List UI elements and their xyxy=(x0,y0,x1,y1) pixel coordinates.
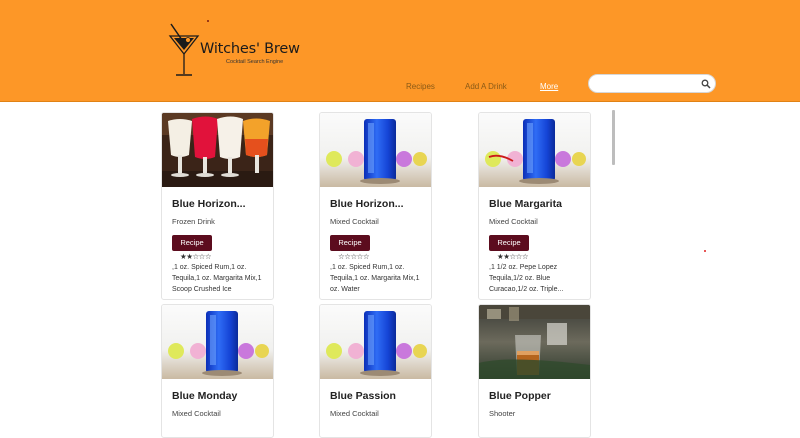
recipe-button[interactable]: Recipe xyxy=(489,235,529,251)
decorative-dot xyxy=(704,250,706,252)
search-input[interactable] xyxy=(595,77,699,90)
drink-photo[interactable] xyxy=(320,305,431,379)
logo[interactable]: Witches' Brew Cocktail Search Engine xyxy=(168,22,308,80)
search-box xyxy=(588,74,716,93)
drink-name[interactable]: Blue Popper xyxy=(489,390,551,402)
star-rating[interactable]: ★★☆☆☆ xyxy=(180,253,212,261)
drink-type: Frozen Drink xyxy=(172,217,215,226)
drink-name[interactable]: Blue Horizon... xyxy=(172,198,246,210)
recipe-button[interactable]: Recipe xyxy=(330,235,370,251)
decorative-dot xyxy=(207,20,209,22)
search-icon[interactable] xyxy=(701,79,711,89)
app-subtitle: Cocktail Search Engine xyxy=(226,59,284,65)
app-title: Witches' Brew xyxy=(200,41,300,57)
drink-card[interactable]: Blue Passion Mixed Cocktail xyxy=(319,304,432,438)
drink-name[interactable]: Blue Passion xyxy=(330,390,396,402)
drink-card[interactable]: Blue Margarita Mixed Cocktail Recipe ★★☆… xyxy=(478,112,591,300)
drink-type: Mixed Cocktail xyxy=(489,217,538,226)
drink-photo[interactable] xyxy=(479,305,590,379)
header-bar: Witches' Brew Cocktail Search Engine Rec… xyxy=(0,0,800,102)
drink-type: Mixed Cocktail xyxy=(330,409,379,418)
nav-add-drink-link[interactable]: Add A Drink xyxy=(465,82,507,91)
drink-type: Mixed Cocktail xyxy=(330,217,379,226)
drink-card[interactable]: Blue Monday Mixed Cocktail xyxy=(161,304,274,438)
drink-name[interactable]: Blue Margarita xyxy=(489,198,562,210)
drink-photo[interactable] xyxy=(162,305,273,379)
star-rating[interactable]: ★★☆☆☆ xyxy=(497,253,529,261)
scrollbar-thumb[interactable] xyxy=(612,110,615,165)
nav-recipes-link[interactable]: Recipes xyxy=(406,82,435,91)
ingredients-text: ,1 oz. Spiced Rum,1 oz. Tequila,1 oz. Ma… xyxy=(330,264,420,293)
drink-card[interactable]: Blue Horizon... Mixed Cocktail Recipe ☆☆… xyxy=(319,112,432,300)
star-rating[interactable]: ☆☆☆☆☆ xyxy=(338,253,370,261)
drink-name[interactable]: Blue Monday xyxy=(172,390,237,402)
drink-name[interactable]: Blue Horizon... xyxy=(330,198,404,210)
drink-photo[interactable] xyxy=(479,113,590,187)
drink-card[interactable]: Blue Popper Shooter xyxy=(478,304,591,438)
drink-photo[interactable] xyxy=(320,113,431,187)
drink-card[interactable]: Blue Horizon... Frozen Drink Recipe ★★☆☆… xyxy=(161,112,274,300)
drink-type: Mixed Cocktail xyxy=(172,409,221,418)
ingredients-text: ,1 oz. Spiced Rum,1 oz. Tequila,1 oz. Ma… xyxy=(172,264,262,293)
nav-more-link[interactable]: More xyxy=(540,82,558,91)
drink-type: Shooter xyxy=(489,409,516,418)
drink-photo[interactable] xyxy=(162,113,273,187)
ingredients-text: ,1 1/2 oz. Pepe Lopez Tequila,1/2 oz. Bl… xyxy=(489,264,564,293)
recipe-button[interactable]: Recipe xyxy=(172,235,212,251)
